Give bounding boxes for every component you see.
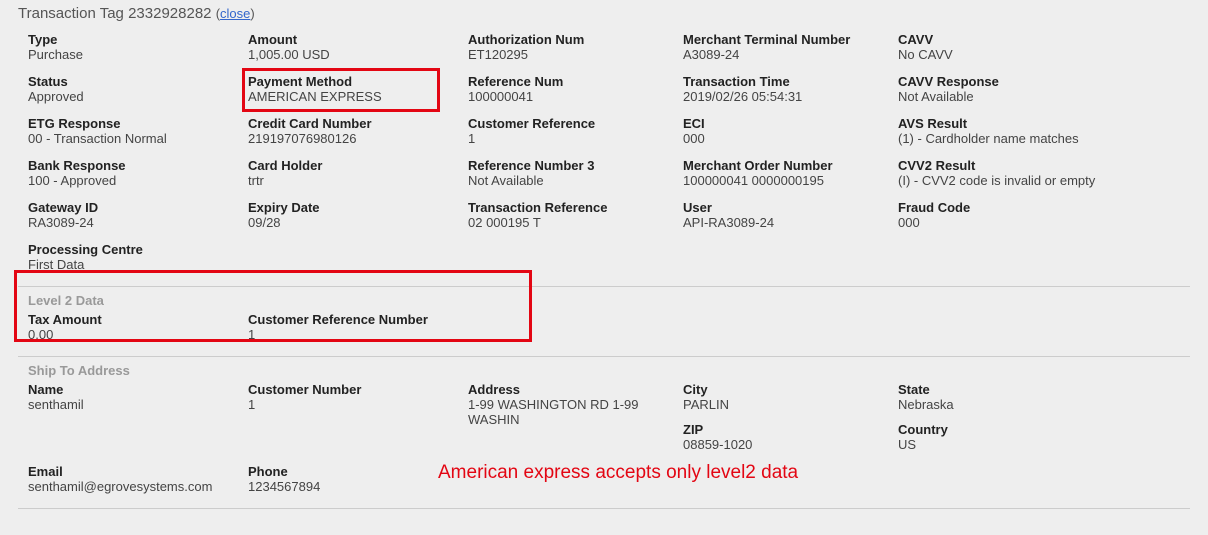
status-value: Approved bbox=[28, 89, 238, 104]
ship-phone-value: 1234567894 bbox=[248, 479, 458, 494]
cavv-response-label: CAVV Response bbox=[898, 74, 1178, 89]
title-prefix: Transaction Tag bbox=[18, 5, 124, 22]
ship-state-value: Nebraska bbox=[898, 397, 1178, 412]
processing-centre-value: First Data bbox=[28, 257, 238, 272]
tax-amount-label: Tax Amount bbox=[28, 312, 238, 327]
expiry-date-label: Expiry Date bbox=[248, 200, 458, 215]
eci-value: 000 bbox=[683, 131, 888, 146]
ship-name-value: senthamil bbox=[28, 397, 238, 412]
gateway-id-label: Gateway ID bbox=[28, 200, 238, 215]
cvv2-result-label: CVV2 Result bbox=[898, 158, 1178, 173]
ship-customer-number-label: Customer Number bbox=[248, 382, 458, 397]
auth-num-value: ET120295 bbox=[468, 47, 673, 62]
bank-response-value: 100 - Approved bbox=[28, 173, 238, 188]
annotation-note: American express accepts only level2 dat… bbox=[438, 462, 798, 484]
ref-num3-value: Not Available bbox=[468, 173, 673, 188]
transaction-tag-id: 2332928282 bbox=[128, 5, 211, 22]
merchant-order-value: 100000041 0000000195 bbox=[683, 173, 888, 188]
reference-num-value: 100000041 bbox=[468, 89, 673, 104]
payment-method-label: Payment Method bbox=[248, 74, 458, 89]
merchant-terminal-label: Merchant Terminal Number bbox=[683, 32, 888, 47]
ship-address-label: Address bbox=[468, 382, 673, 397]
ship-customer-number-value: 1 bbox=[248, 397, 458, 412]
page-title: Transaction Tag 2332928282 (close) bbox=[18, 5, 1190, 22]
ship-email-value: senthamil@egrovesystems.com bbox=[28, 479, 238, 494]
eci-label: ECI bbox=[683, 116, 888, 131]
status-label: Status bbox=[28, 74, 238, 89]
divider bbox=[18, 356, 1190, 357]
cavv-label: CAVV bbox=[898, 32, 1178, 47]
type-value: Purchase bbox=[28, 47, 238, 62]
processing-centre-label: Processing Centre bbox=[28, 242, 238, 257]
cust-ref-num-value: 1 bbox=[248, 327, 458, 342]
type-label: Type bbox=[28, 32, 238, 47]
amount-label: Amount bbox=[248, 32, 458, 47]
transaction-time-label: Transaction Time bbox=[683, 74, 888, 89]
divider bbox=[18, 286, 1190, 287]
fraud-code-value: 000 bbox=[898, 215, 1178, 230]
cavv-value: No CAVV bbox=[898, 47, 1178, 62]
ship-address-value: 1-99 WASHINGTON RD 1-99 WASHIN bbox=[468, 397, 673, 427]
customer-reference-value: 1 bbox=[468, 131, 673, 146]
ship-phone-label: Phone bbox=[248, 464, 458, 479]
ship-zip-value: 08859-1020 bbox=[683, 437, 888, 452]
reference-num-label: Reference Num bbox=[468, 74, 673, 89]
ship-country-label: Country bbox=[898, 422, 1178, 437]
ship-email-label: Email bbox=[28, 464, 238, 479]
ship-grid: Namesenthamil Customer Number1 Address1-… bbox=[18, 382, 1190, 506]
divider bbox=[18, 508, 1190, 509]
ship-state-label: State bbox=[898, 382, 1178, 397]
card-holder-label: Card Holder bbox=[248, 158, 458, 173]
etg-response-value: 00 - Transaction Normal bbox=[28, 131, 238, 146]
merchant-order-label: Merchant Order Number bbox=[683, 158, 888, 173]
transaction-time-value: 2019/02/26 05:54:31 bbox=[683, 89, 888, 104]
etg-response-label: ETG Response bbox=[28, 116, 238, 131]
ship-country-value: US bbox=[898, 437, 1178, 452]
level2-section-title: Level 2 Data bbox=[18, 293, 1190, 308]
trans-ref-label: Transaction Reference bbox=[468, 200, 673, 215]
cust-ref-num-label: Customer Reference Number bbox=[248, 312, 458, 327]
avs-result-label: AVS Result bbox=[898, 116, 1178, 131]
user-value: API-RA3089-24 bbox=[683, 215, 888, 230]
ship-city-value: PARLIN bbox=[683, 397, 888, 412]
level2-grid: Tax Amount0.00 Customer Reference Number… bbox=[18, 312, 1190, 354]
payment-method-value: AMERICAN EXPRESS bbox=[248, 89, 458, 104]
ship-section-title: Ship To Address bbox=[18, 363, 1190, 378]
avs-result-value: (1) - Cardholder name matches bbox=[898, 131, 1178, 146]
ship-city-label: City bbox=[683, 382, 888, 397]
gateway-id-value: RA3089-24 bbox=[28, 215, 238, 230]
ship-name-label: Name bbox=[28, 382, 238, 397]
close-link[interactable]: close bbox=[220, 6, 250, 21]
ref-num3-label: Reference Number 3 bbox=[468, 158, 673, 173]
customer-reference-label: Customer Reference bbox=[468, 116, 673, 131]
bank-response-label: Bank Response bbox=[28, 158, 238, 173]
amount-value: 1,005.00 USD bbox=[248, 47, 458, 62]
user-label: User bbox=[683, 200, 888, 215]
cavv-response-value: Not Available bbox=[898, 89, 1178, 104]
cvv2-result-value: (I) - CVV2 code is invalid or empty bbox=[898, 173, 1178, 188]
cc-number-value: 219197076980126 bbox=[248, 131, 458, 146]
card-holder-value: trtr bbox=[248, 173, 458, 188]
tax-amount-value: 0.00 bbox=[28, 327, 238, 342]
fraud-code-label: Fraud Code bbox=[898, 200, 1178, 215]
expiry-date-value: 09/28 bbox=[248, 215, 458, 230]
auth-num-label: Authorization Num bbox=[468, 32, 673, 47]
cc-number-label: Credit Card Number bbox=[248, 116, 458, 131]
ship-zip-label: ZIP bbox=[683, 422, 888, 437]
transaction-details-grid: TypePurchase Amount1,005.00 USD Authoriz… bbox=[18, 32, 1190, 284]
merchant-terminal-value: A3089-24 bbox=[683, 47, 888, 62]
trans-ref-value: 02 000195 T bbox=[468, 215, 673, 230]
